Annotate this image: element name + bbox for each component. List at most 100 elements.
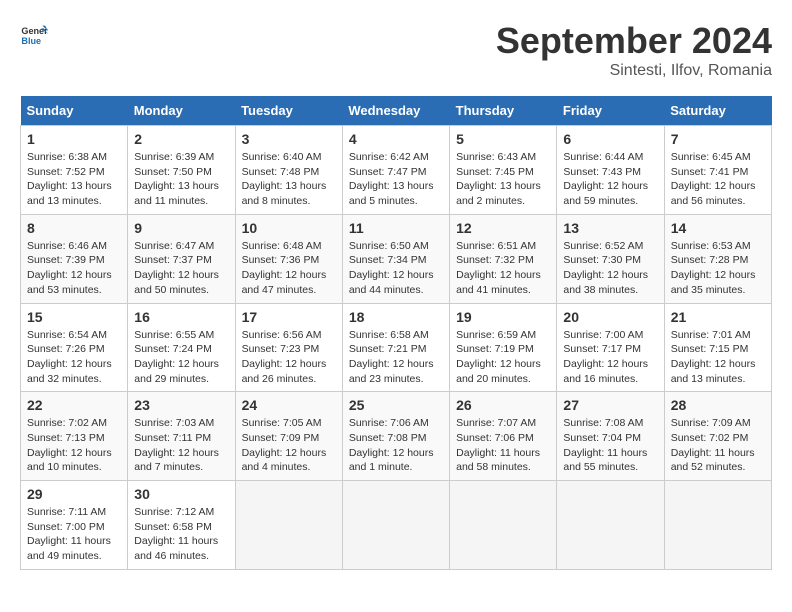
day-cell: 22 Sunrise: 7:02 AM Sunset: 7:13 PM Dayl… [21, 392, 128, 481]
day-number: 18 [349, 309, 443, 325]
day-cell [342, 481, 449, 570]
day-info: Sunrise: 7:03 AM Sunset: 7:11 PM Dayligh… [134, 416, 228, 475]
day-number: 1 [27, 131, 121, 147]
day-number: 19 [456, 309, 550, 325]
day-number: 17 [242, 309, 336, 325]
location-title: Sintesti, Ilfov, Romania [496, 62, 772, 80]
day-cell: 12 Sunrise: 6:51 AM Sunset: 7:32 PM Dayl… [450, 214, 557, 303]
col-thursday: Thursday [450, 96, 557, 126]
week-row-1: 1 Sunrise: 6:38 AM Sunset: 7:52 PM Dayli… [21, 126, 772, 215]
day-number: 5 [456, 131, 550, 147]
day-cell: 5 Sunrise: 6:43 AM Sunset: 7:45 PM Dayli… [450, 126, 557, 215]
day-cell [557, 481, 664, 570]
day-cell: 6 Sunrise: 6:44 AM Sunset: 7:43 PM Dayli… [557, 126, 664, 215]
day-number: 25 [349, 397, 443, 413]
title-section: September 2024 Sintesti, Ilfov, Romania [496, 20, 772, 80]
day-number: 28 [671, 397, 765, 413]
day-number: 23 [134, 397, 228, 413]
day-number: 6 [563, 131, 657, 147]
day-info: Sunrise: 6:59 AM Sunset: 7:19 PM Dayligh… [456, 328, 550, 387]
day-number: 20 [563, 309, 657, 325]
day-info: Sunrise: 6:45 AM Sunset: 7:41 PM Dayligh… [671, 150, 765, 209]
day-number: 27 [563, 397, 657, 413]
day-info: Sunrise: 7:05 AM Sunset: 7:09 PM Dayligh… [242, 416, 336, 475]
day-number: 12 [456, 220, 550, 236]
day-cell: 1 Sunrise: 6:38 AM Sunset: 7:52 PM Dayli… [21, 126, 128, 215]
day-number: 11 [349, 220, 443, 236]
week-row-4: 22 Sunrise: 7:02 AM Sunset: 7:13 PM Dayl… [21, 392, 772, 481]
day-info: Sunrise: 6:39 AM Sunset: 7:50 PM Dayligh… [134, 150, 228, 209]
calendar-table: Sunday Monday Tuesday Wednesday Thursday… [20, 96, 772, 570]
day-cell: 8 Sunrise: 6:46 AM Sunset: 7:39 PM Dayli… [21, 214, 128, 303]
day-number: 24 [242, 397, 336, 413]
day-number: 16 [134, 309, 228, 325]
week-row-2: 8 Sunrise: 6:46 AM Sunset: 7:39 PM Dayli… [21, 214, 772, 303]
day-number: 22 [27, 397, 121, 413]
day-number: 21 [671, 309, 765, 325]
day-number: 26 [456, 397, 550, 413]
day-info: Sunrise: 7:02 AM Sunset: 7:13 PM Dayligh… [27, 416, 121, 475]
day-cell: 19 Sunrise: 6:59 AM Sunset: 7:19 PM Dayl… [450, 303, 557, 392]
day-info: Sunrise: 7:00 AM Sunset: 7:17 PM Dayligh… [563, 328, 657, 387]
day-cell: 21 Sunrise: 7:01 AM Sunset: 7:15 PM Dayl… [664, 303, 771, 392]
day-cell: 18 Sunrise: 6:58 AM Sunset: 7:21 PM Dayl… [342, 303, 449, 392]
day-cell: 26 Sunrise: 7:07 AM Sunset: 7:06 PM Dayl… [450, 392, 557, 481]
day-info: Sunrise: 6:38 AM Sunset: 7:52 PM Dayligh… [27, 150, 121, 209]
day-info: Sunrise: 6:44 AM Sunset: 7:43 PM Dayligh… [563, 150, 657, 209]
day-cell: 7 Sunrise: 6:45 AM Sunset: 7:41 PM Dayli… [664, 126, 771, 215]
col-saturday: Saturday [664, 96, 771, 126]
day-cell: 20 Sunrise: 7:00 AM Sunset: 7:17 PM Dayl… [557, 303, 664, 392]
day-info: Sunrise: 6:55 AM Sunset: 7:24 PM Dayligh… [134, 328, 228, 387]
week-row-5: 29 Sunrise: 7:11 AM Sunset: 7:00 PM Dayl… [21, 481, 772, 570]
col-sunday: Sunday [21, 96, 128, 126]
day-info: Sunrise: 6:40 AM Sunset: 7:48 PM Dayligh… [242, 150, 336, 209]
day-number: 10 [242, 220, 336, 236]
day-info: Sunrise: 7:06 AM Sunset: 7:08 PM Dayligh… [349, 416, 443, 475]
day-cell: 30 Sunrise: 7:12 AM Sunset: 6:58 PM Dayl… [128, 481, 235, 570]
day-info: Sunrise: 6:43 AM Sunset: 7:45 PM Dayligh… [456, 150, 550, 209]
day-cell: 24 Sunrise: 7:05 AM Sunset: 7:09 PM Dayl… [235, 392, 342, 481]
day-cell: 28 Sunrise: 7:09 AM Sunset: 7:02 PM Dayl… [664, 392, 771, 481]
day-info: Sunrise: 7:12 AM Sunset: 6:58 PM Dayligh… [134, 505, 228, 564]
day-cell: 9 Sunrise: 6:47 AM Sunset: 7:37 PM Dayli… [128, 214, 235, 303]
day-number: 9 [134, 220, 228, 236]
day-cell: 10 Sunrise: 6:48 AM Sunset: 7:36 PM Dayl… [235, 214, 342, 303]
day-cell: 11 Sunrise: 6:50 AM Sunset: 7:34 PM Dayl… [342, 214, 449, 303]
day-cell: 16 Sunrise: 6:55 AM Sunset: 7:24 PM Dayl… [128, 303, 235, 392]
day-number: 13 [563, 220, 657, 236]
day-number: 8 [27, 220, 121, 236]
day-cell: 15 Sunrise: 6:54 AM Sunset: 7:26 PM Dayl… [21, 303, 128, 392]
day-info: Sunrise: 6:58 AM Sunset: 7:21 PM Dayligh… [349, 328, 443, 387]
day-info: Sunrise: 7:07 AM Sunset: 7:06 PM Dayligh… [456, 416, 550, 475]
day-cell: 27 Sunrise: 7:08 AM Sunset: 7:04 PM Dayl… [557, 392, 664, 481]
col-wednesday: Wednesday [342, 96, 449, 126]
day-info: Sunrise: 6:42 AM Sunset: 7:47 PM Dayligh… [349, 150, 443, 209]
day-number: 14 [671, 220, 765, 236]
svg-text:General: General [21, 26, 48, 36]
day-cell: 25 Sunrise: 7:06 AM Sunset: 7:08 PM Dayl… [342, 392, 449, 481]
day-info: Sunrise: 6:54 AM Sunset: 7:26 PM Dayligh… [27, 328, 121, 387]
day-info: Sunrise: 6:47 AM Sunset: 7:37 PM Dayligh… [134, 239, 228, 298]
day-cell: 17 Sunrise: 6:56 AM Sunset: 7:23 PM Dayl… [235, 303, 342, 392]
day-cell: 3 Sunrise: 6:40 AM Sunset: 7:48 PM Dayli… [235, 126, 342, 215]
day-number: 3 [242, 131, 336, 147]
day-cell: 23 Sunrise: 7:03 AM Sunset: 7:11 PM Dayl… [128, 392, 235, 481]
day-info: Sunrise: 6:52 AM Sunset: 7:30 PM Dayligh… [563, 239, 657, 298]
day-info: Sunrise: 7:09 AM Sunset: 7:02 PM Dayligh… [671, 416, 765, 475]
day-cell: 14 Sunrise: 6:53 AM Sunset: 7:28 PM Dayl… [664, 214, 771, 303]
day-info: Sunrise: 6:50 AM Sunset: 7:34 PM Dayligh… [349, 239, 443, 298]
svg-text:Blue: Blue [21, 36, 41, 46]
day-info: Sunrise: 6:46 AM Sunset: 7:39 PM Dayligh… [27, 239, 121, 298]
day-number: 29 [27, 486, 121, 502]
page-header: General Blue September 2024 Sintesti, Il… [20, 20, 772, 80]
day-info: Sunrise: 6:53 AM Sunset: 7:28 PM Dayligh… [671, 239, 765, 298]
day-info: Sunrise: 6:48 AM Sunset: 7:36 PM Dayligh… [242, 239, 336, 298]
month-title: September 2024 [496, 20, 772, 62]
day-cell: 4 Sunrise: 6:42 AM Sunset: 7:47 PM Dayli… [342, 126, 449, 215]
day-cell: 2 Sunrise: 6:39 AM Sunset: 7:50 PM Dayli… [128, 126, 235, 215]
day-cell [235, 481, 342, 570]
day-info: Sunrise: 6:56 AM Sunset: 7:23 PM Dayligh… [242, 328, 336, 387]
day-number: 30 [134, 486, 228, 502]
logo: General Blue [20, 20, 48, 48]
day-number: 15 [27, 309, 121, 325]
